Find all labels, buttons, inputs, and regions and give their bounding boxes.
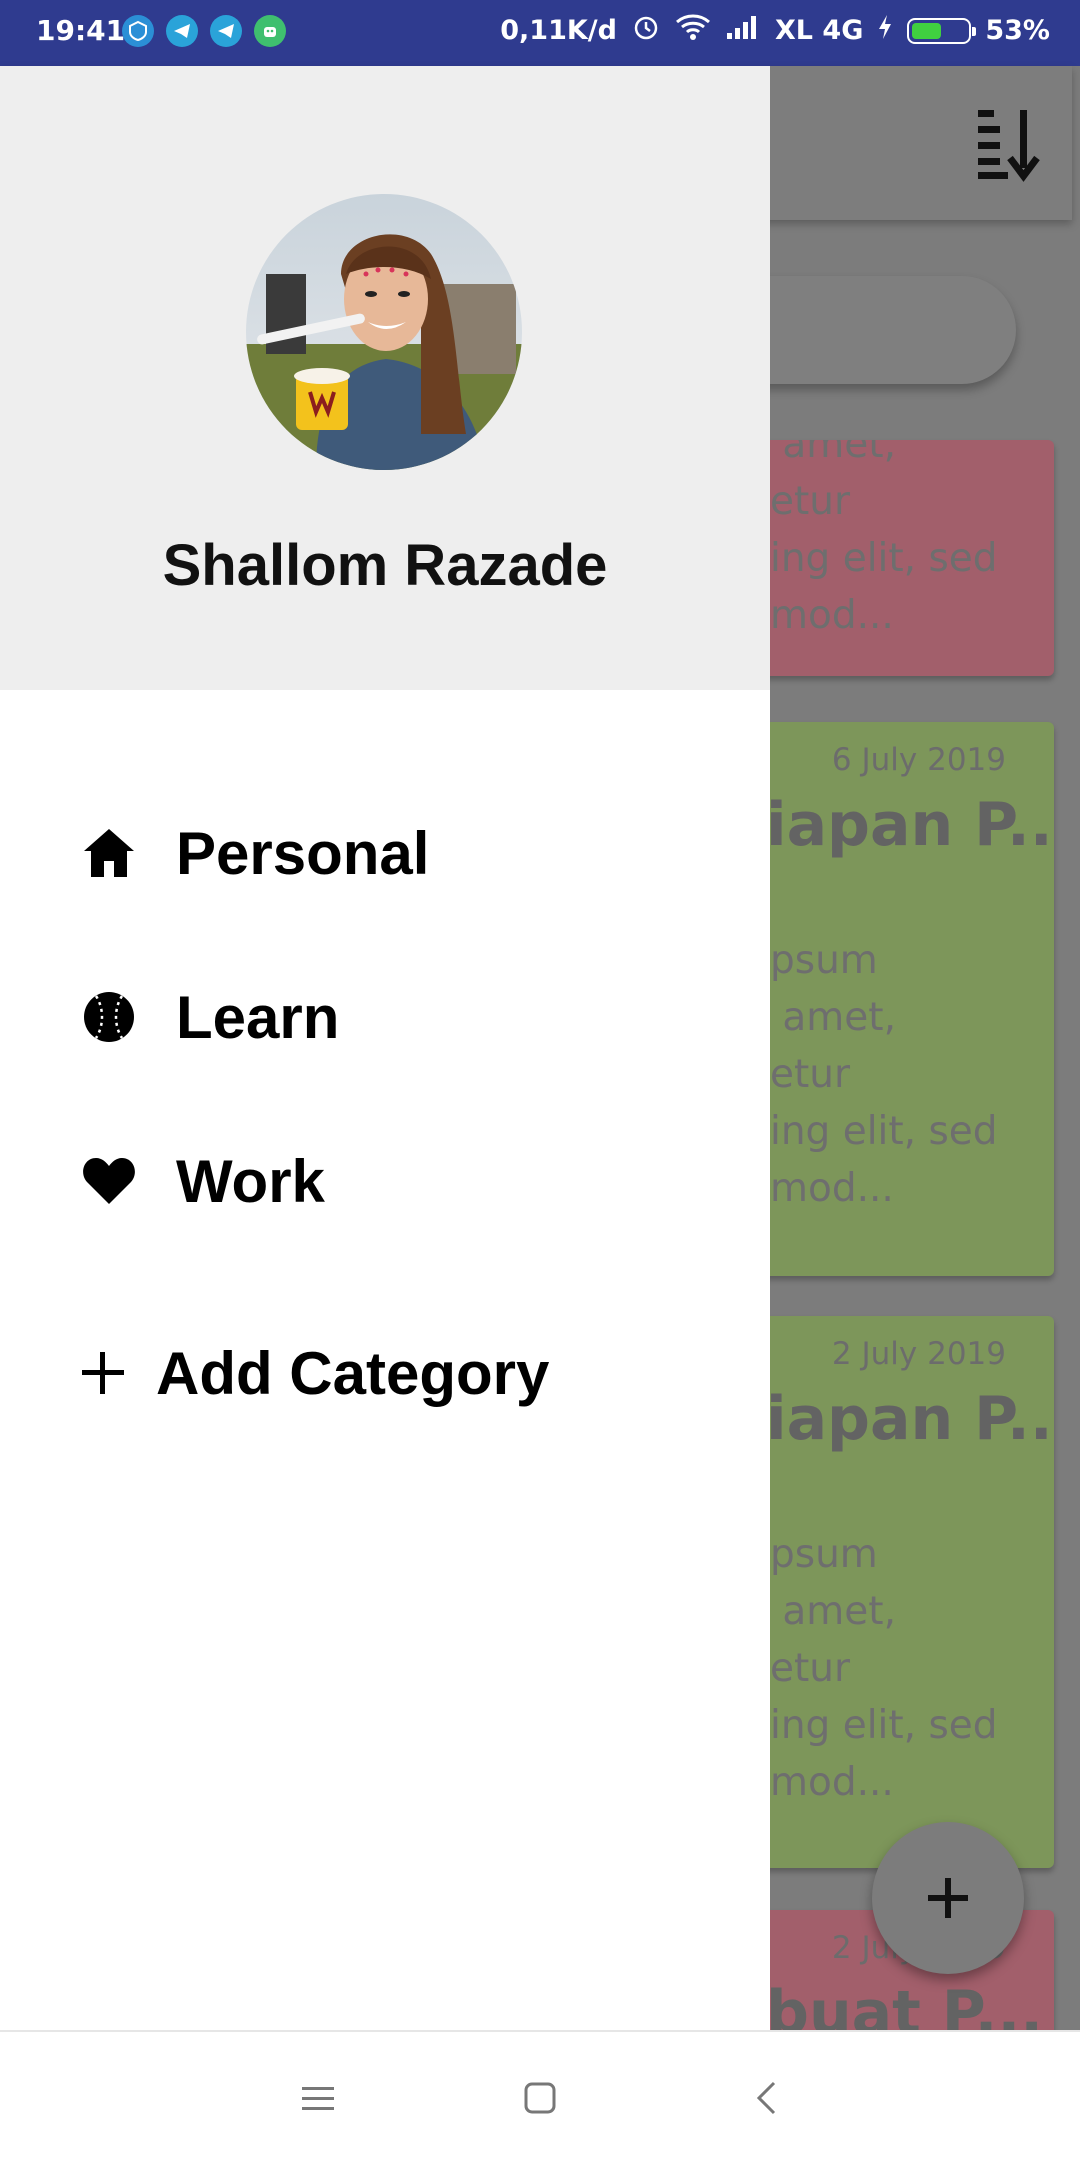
status-bar: 19:41 0,11K/d XL 4G 53% [0, 0, 1080, 66]
drawer-item-label: Personal [176, 819, 430, 887]
sort-descending-icon [978, 110, 1040, 182]
avatar[interactable] [246, 194, 522, 470]
charging-icon [877, 13, 893, 48]
note-card: 2 July 2019 iapan P... psum amet, etur i… [760, 1316, 1054, 1868]
back-icon[interactable] [738, 2070, 794, 2126]
add-note-fab [872, 1822, 1024, 1974]
home-icon [80, 824, 138, 882]
note-date: 2 July 2019 [831, 1336, 1006, 1372]
navigation-drawer: Shallom Razade Personal Learn Work Add C… [0, 66, 770, 2030]
status-right: 0,11K/d XL 4G 53% [500, 12, 1050, 49]
android-robot-icon [254, 15, 286, 47]
note-card: 6 July 2019 iapan P... psum amet, etur i… [760, 722, 1054, 1276]
battery-percent: 53% [985, 15, 1050, 46]
system-nav-bar [0, 2030, 1080, 2160]
drawer-header: Shallom Razade [0, 66, 770, 690]
note-card: amet, etur ing elit, sed mod... [760, 440, 1054, 676]
drawer-item-personal[interactable]: Personal [80, 798, 700, 908]
home-square-icon[interactable] [512, 2070, 568, 2126]
plus-icon [928, 1878, 968, 1918]
drawer-item-learn[interactable]: Learn [80, 962, 700, 1072]
note-body: psum amet, etur ing elit, sed mod... [770, 1532, 998, 1805]
note-body: psum amet, etur ing elit, sed mod... [770, 938, 998, 1211]
vpn-shield-icon [122, 15, 154, 47]
network-speed: 0,11K/d [500, 15, 617, 46]
note-title: iapan P... [766, 790, 1054, 860]
drawer-item-label: Learn [176, 983, 340, 1051]
note-date: 6 July 2019 [831, 742, 1006, 778]
telegram-icon [210, 15, 242, 47]
note-body: amet, etur ing elit, sed mod... [770, 440, 998, 638]
plus-icon [80, 1344, 126, 1402]
add-category-label: Add Category [156, 1339, 550, 1407]
signal-icon [725, 13, 761, 48]
status-time: 19:41 [36, 14, 126, 47]
user-name: Shallom Razade [162, 533, 608, 598]
alarm-icon [631, 12, 661, 49]
telegram-icon [166, 15, 198, 47]
heart-icon [80, 1152, 138, 1210]
menu-icon[interactable] [290, 2070, 346, 2126]
drawer-item-work[interactable]: Work [80, 1126, 700, 1236]
carrier-label: XL 4G [774, 15, 864, 46]
drawer-item-label: Work [176, 1147, 325, 1215]
add-category-button[interactable]: Add Category [80, 1318, 700, 1428]
note-title: iapan P... [766, 1384, 1054, 1454]
battery-icon [907, 17, 977, 44]
baseball-icon [80, 988, 138, 1046]
notification-icons [122, 15, 286, 47]
wifi-icon [675, 13, 711, 48]
